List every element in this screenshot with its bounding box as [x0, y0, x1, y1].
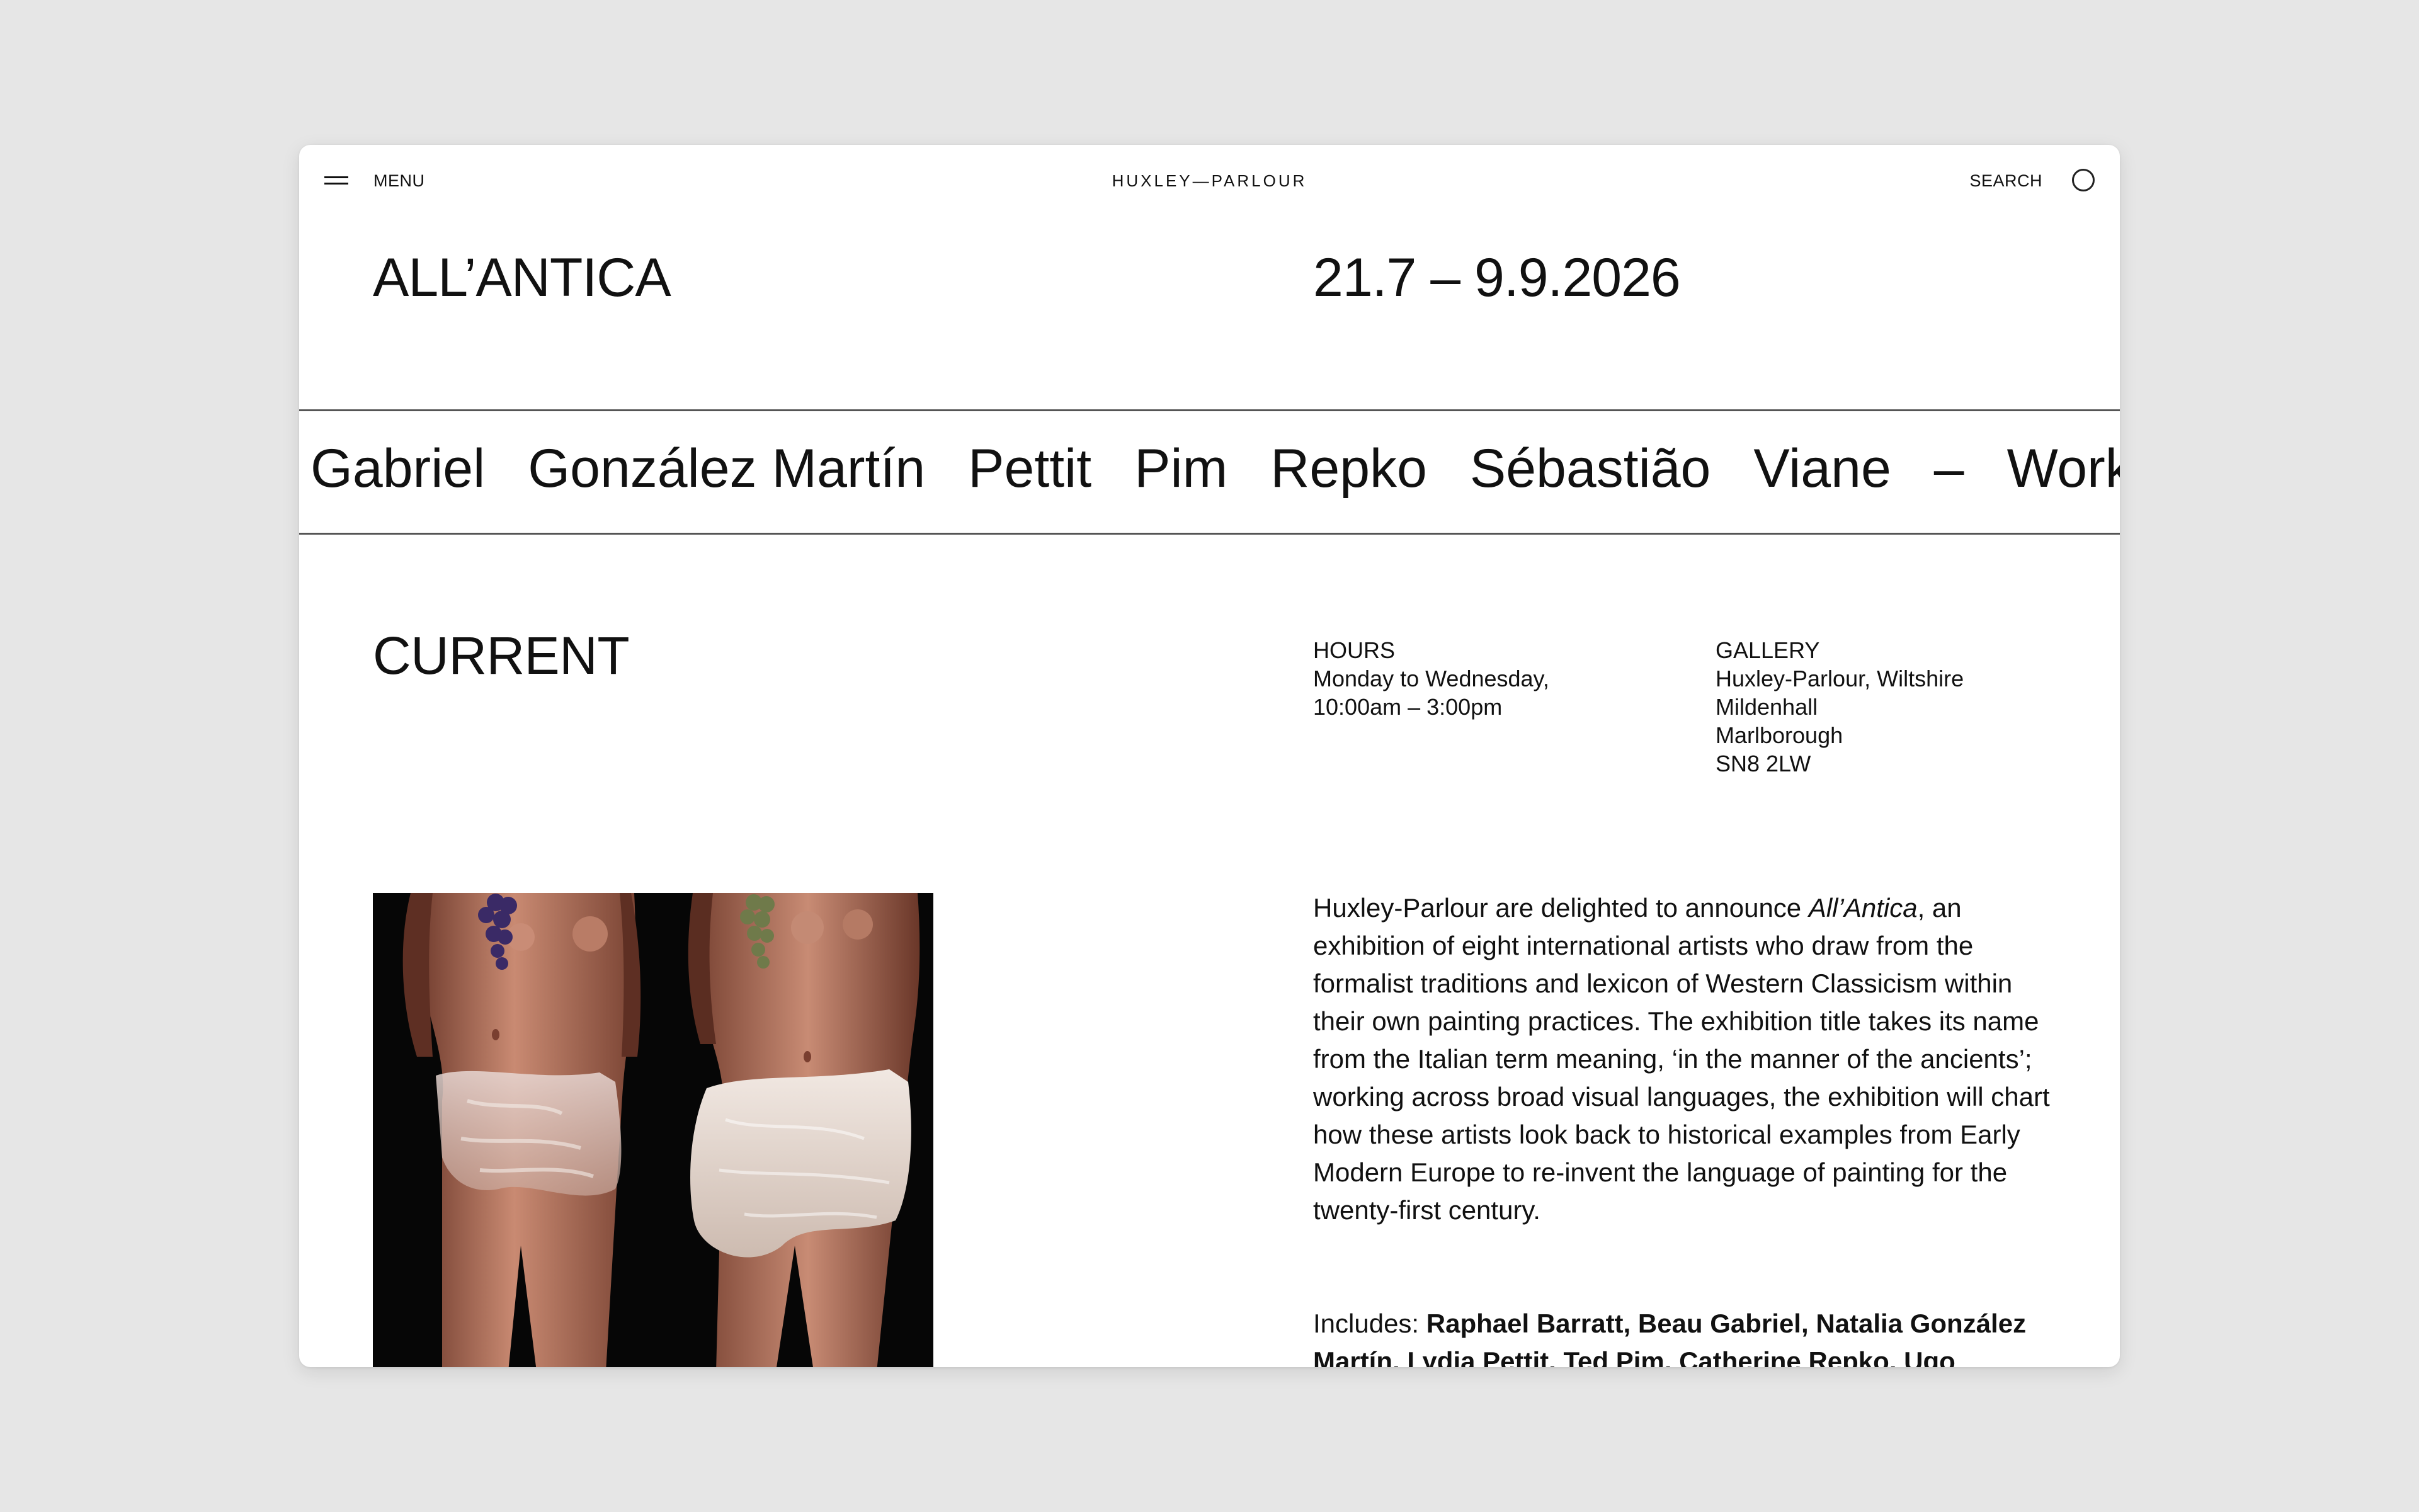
gallery-line: Huxley-Parlour, Wiltshire	[1716, 666, 1964, 691]
artwork-painting	[373, 893, 933, 1367]
exhibition-dates: 21.7 – 9.9.2026	[1313, 247, 1681, 308]
hours-label: HOURS	[1313, 637, 1396, 663]
ribbon-artist-gonzalez-martin[interactable]: González Martín	[528, 436, 925, 501]
exhibition-title: ALL’ANTICA	[373, 247, 671, 308]
ribbon-artist-pim[interactable]: Pim	[1134, 436, 1227, 501]
ribbon-artist-gabriel[interactable]: Gabriel	[310, 436, 485, 501]
description-body: , an exhibition of eight international a…	[1313, 893, 2050, 1225]
hours-time: 10:00am – 3:00pm	[1313, 694, 1503, 720]
gallery-label: GALLERY	[1716, 637, 1820, 663]
description-intro: Huxley-Parlour are delighted to announce	[1313, 893, 1809, 923]
gallery-info: GALLERY Huxley-Parlour, Wiltshire Milden…	[1716, 636, 1964, 778]
ribbon-separator: –	[1933, 438, 1964, 499]
gallery-line: SN8 2LW	[1716, 751, 1811, 776]
ribbon-artist-repko[interactable]: Repko	[1270, 436, 1427, 501]
ribbon-artist-viane[interactable]: Viane	[1753, 436, 1891, 501]
artist-ribbon: Gabriel González Martín Pettit Pim Repko Séba…	[299, 409, 2120, 535]
gallery-line: Mildenhall	[1716, 694, 1818, 720]
description-paragraph: Huxley-Parlour are delighted to announce…	[1313, 889, 2069, 1229]
hours-info: HOURS Monday to Wednesday, 10:00am – 3:0…	[1313, 636, 1549, 721]
ribbon-artist-sebastiao[interactable]: Sébastião	[1470, 436, 1711, 501]
gallery-line: Marlborough	[1716, 722, 1843, 748]
artwork-image[interactable]	[373, 893, 933, 1367]
search-icon[interactable]	[2072, 169, 2095, 191]
ribbon-track: Gabriel González Martín Pettit Pim Repko Séba…	[310, 436, 2120, 501]
exhibition-description: Huxley-Parlour are delighted to announce…	[1313, 889, 2069, 1229]
description-title-italic: All’Antica	[1808, 893, 1918, 923]
search-button[interactable]: SEARCH	[1969, 171, 2042, 191]
hours-days: Monday to Wednesday,	[1313, 666, 1549, 691]
ribbon-artist-pettit[interactable]: Pettit	[968, 436, 1091, 501]
browser-window: MENU HUXLEY—PARLOUR SEARCH ALL’ANTICA 21…	[299, 145, 2120, 1367]
status-heading: CURRENT	[373, 626, 630, 685]
ribbon-works-link[interactable]: Works	[2007, 436, 2120, 501]
includes-label: Includes:	[1313, 1309, 1426, 1338]
site-logo[interactable]: HUXLEY—PARLOUR	[299, 171, 2120, 191]
includes-paragraph: Includes: Raphael Barratt, Beau Gabriel,…	[1313, 1305, 2069, 1367]
